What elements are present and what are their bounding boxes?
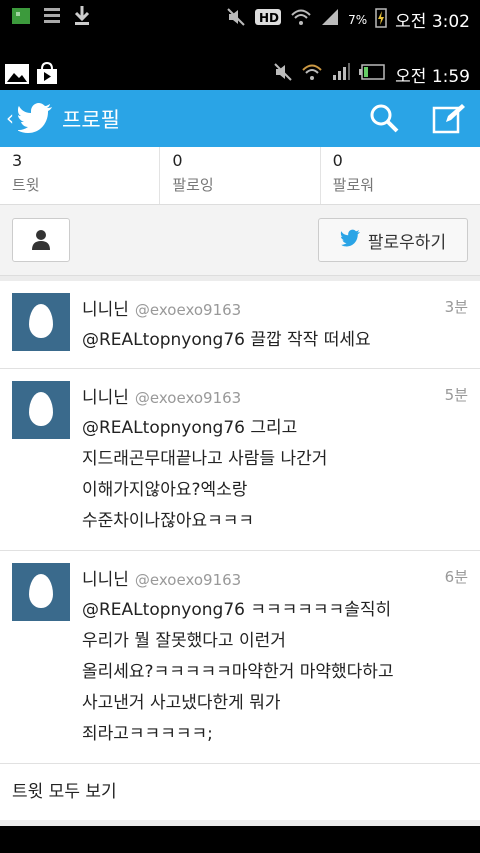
- tweet-item[interactable]: 니니닌 @exoexo9163 3분 @REALtopnyong76 끌깝 작작 …: [0, 281, 480, 369]
- search-icon[interactable]: [368, 102, 400, 138]
- stat-number: 0: [332, 151, 343, 170]
- egg-avatar-icon: [29, 304, 53, 338]
- tweet-author-name: 니니닌: [82, 570, 129, 590]
- signal-icon: [320, 7, 340, 32]
- tweet-timestamp: 5분: [444, 386, 468, 404]
- status-bar-outer: HD 7% 오전 3:02: [0, 0, 480, 34]
- play-store-icon: [34, 61, 60, 90]
- avatar[interactable]: [12, 293, 70, 351]
- am-pm-label: 오전: [395, 67, 427, 87]
- download-icon: [72, 4, 92, 30]
- egg-avatar-icon: [29, 574, 53, 608]
- clock: 3:02: [431, 12, 470, 32]
- profile-stats: 3 트윗 0 팔로잉 0 팔로워: [0, 147, 480, 204]
- tweet-text: @REALtopnyong76 그리고 지드래곤무대끝나고 사람들 나간거 이해…: [82, 418, 328, 531]
- bottom-bar: [0, 826, 480, 853]
- charging-battery-icon: [375, 6, 387, 33]
- list-notification-icon: [42, 5, 62, 29]
- battery-icon: [359, 62, 387, 87]
- svg-text:HD: HD: [259, 11, 279, 25]
- followers-count[interactable]: 0 팔로워: [321, 147, 480, 204]
- follow-button[interactable]: 팔로우하기: [318, 218, 468, 262]
- avatar[interactable]: [12, 563, 70, 621]
- egg-avatar-icon: [29, 392, 53, 426]
- stat-label: 트윗: [12, 176, 40, 194]
- compose-icon[interactable]: [432, 102, 466, 138]
- tweet-author-handle: @exoexo9163: [134, 301, 242, 319]
- wifi-icon: [290, 7, 312, 32]
- tweet-author-handle: @exoexo9163: [134, 571, 242, 589]
- avatar[interactable]: [12, 381, 70, 439]
- person-icon: [30, 229, 52, 255]
- mute-icon: [273, 62, 293, 87]
- wifi-icon: [301, 62, 323, 87]
- tweet-author-name: 니니닌: [82, 388, 129, 408]
- see-all-tweets-link[interactable]: 트윗 모두 보기: [0, 764, 480, 820]
- stat-label: 팔로잉: [172, 176, 214, 194]
- stat-number: 0: [172, 151, 183, 170]
- tweet-item[interactable]: 니니닌 @exoexo9163 6분 @REALtopnyong76 ㅋㅋㅋㅋㅋㅋ…: [0, 551, 480, 764]
- follow-button-label: 팔로우하기: [367, 232, 447, 253]
- status-bar-inner: 오전 1:59: [0, 56, 480, 90]
- tweets-count[interactable]: 3 트윗: [0, 147, 161, 204]
- tweet-author-handle: @exoexo9163: [134, 389, 242, 407]
- am-pm-label: 오전: [395, 12, 427, 32]
- stat-number: 3: [12, 151, 23, 170]
- page-title: 프로필: [62, 108, 120, 132]
- gallery-icon: [4, 62, 30, 90]
- back-chevron-icon[interactable]: ‹: [6, 106, 14, 130]
- tweet-text: @REALtopnyong76 끌깝 작작 떠세요: [82, 330, 371, 350]
- hd-icon: HD: [254, 7, 282, 32]
- mute-icon: [226, 7, 246, 32]
- twitter-bird-icon: [340, 229, 362, 252]
- tweet-text: @REALtopnyong76 ㅋㅋㅋㅋㅋㅋ솔직히 우리가 뭘 잘못했다고 이런…: [82, 600, 394, 744]
- battery-percent: 7%: [348, 12, 368, 27]
- tweet-timestamp: 6분: [444, 568, 468, 586]
- stat-label: 팔로워: [332, 176, 375, 194]
- app-notification-icon: [10, 4, 32, 30]
- twitter-bird-icon[interactable]: [17, 102, 54, 138]
- screen-gap: [0, 34, 480, 56]
- tweet-item[interactable]: 니니닌 @exoexo9163 5분 @REALtopnyong76 그리고 지드…: [0, 369, 480, 551]
- app-header: ‹ 프로필: [0, 90, 480, 147]
- tweet-timestamp: 3분: [444, 298, 468, 316]
- tweet-author-name: 니니닌: [82, 300, 129, 320]
- user-menu-button[interactable]: [12, 218, 70, 262]
- tweet-list: 니니닌 @exoexo9163 3분 @REALtopnyong76 끌깝 작작 …: [0, 281, 480, 820]
- profile-actions: 팔로우하기: [0, 204, 480, 276]
- following-count[interactable]: 0 팔로잉: [160, 147, 321, 204]
- signal-icon: [331, 62, 351, 87]
- clock: 1:59: [431, 67, 470, 87]
